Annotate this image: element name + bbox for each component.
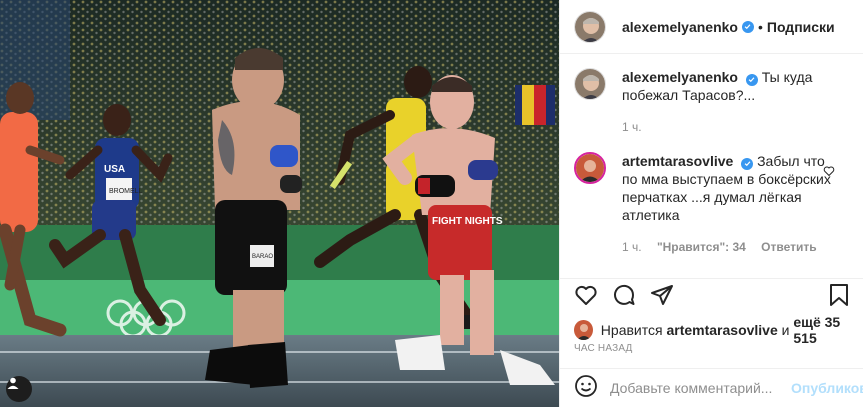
- verified-badge-icon: [745, 73, 758, 86]
- comment-input[interactable]: [610, 380, 791, 396]
- caption-avatar[interactable]: [574, 68, 606, 100]
- post-side-panel: alexemelyanenko • Подписки alexemelyanen…: [559, 0, 863, 407]
- avatar-image: [575, 11, 605, 42]
- commenter-avatar[interactable]: [574, 152, 606, 184]
- comment-time[interactable]: 1 ч.: [622, 240, 642, 254]
- shorts-left-text: BARAO: [252, 254, 273, 260]
- post-photo[interactable]: BROMELL USA BARAO FIGHT NIGHTS: [0, 0, 559, 407]
- liker-username[interactable]: artemtarasovlive: [666, 322, 777, 338]
- author-username[interactable]: alexemelyanenko: [622, 19, 738, 35]
- comment-author[interactable]: artemtarasovlive: [622, 153, 733, 169]
- reply-button[interactable]: Ответить: [761, 240, 816, 254]
- shorts-text: FIGHT NIGHTS: [432, 216, 503, 227]
- avatar-image: [575, 69, 605, 99]
- post-timestamp[interactable]: ЧАС НАЗАД: [574, 343, 633, 354]
- likes-prefix: Нравится: [600, 322, 663, 338]
- like-heart-icon[interactable]: [574, 283, 598, 312]
- avatar-image: [576, 154, 604, 182]
- likes-count[interactable]: ещё 35 515: [793, 314, 863, 346]
- save-bookmark-icon[interactable]: [828, 283, 850, 312]
- likes-summary: Нравится artemtarasovlive и ещё 35 515: [574, 314, 863, 346]
- comment-bubble-icon[interactable]: [612, 283, 636, 312]
- comments-list: alexemelyanenko Ты куда побежал Тарасов?…: [560, 54, 863, 282]
- avatar-image: [574, 320, 593, 340]
- author-avatar[interactable]: [574, 10, 606, 43]
- share-paper-plane-icon[interactable]: [650, 283, 674, 312]
- post-actions: [560, 278, 863, 308]
- caption-time[interactable]: 1 ч.: [622, 120, 642, 134]
- caption: alexemelyanenko Ты куда побежал Тарасов?…: [574, 68, 849, 136]
- comment-likes-count[interactable]: "Нравится": 34: [657, 240, 746, 254]
- emoji-icon[interactable]: [574, 374, 598, 403]
- photo-illustration: BROMELL USA BARAO FIGHT NIGHTS: [0, 0, 559, 407]
- caption-author[interactable]: alexemelyanenko: [622, 69, 738, 85]
- header-separator: •: [757, 18, 763, 35]
- following-button[interactable]: Подписки: [767, 19, 835, 35]
- add-comment-bar: Опубликовать: [560, 368, 863, 407]
- publish-button[interactable]: Опубликовать: [791, 380, 863, 396]
- verified-badge-icon: [741, 157, 754, 170]
- verified-badge-icon: [741, 20, 754, 33]
- comment-item: artemtarasovlive Забыл что по мма выступ…: [574, 152, 849, 256]
- liker-avatar[interactable]: [574, 320, 593, 340]
- jersey-text: USA: [104, 164, 125, 175]
- user-icon: [7, 377, 19, 389]
- likes-middle: и: [781, 322, 790, 338]
- tagged-users-button[interactable]: [6, 376, 32, 402]
- comment-like-heart-icon[interactable]: [823, 164, 835, 182]
- bib-left: BROMELL: [109, 188, 143, 195]
- post-header: alexemelyanenko • Подписки: [560, 0, 863, 54]
